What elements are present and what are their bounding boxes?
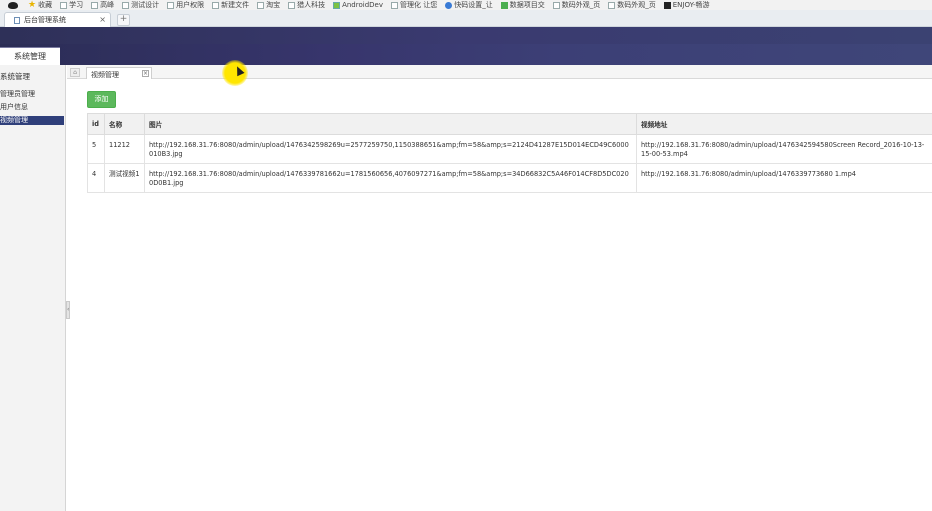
cell-id: 5 (87, 134, 105, 164)
column-header-picture[interactable]: 图片 (144, 113, 637, 135)
folder-icon (122, 1, 130, 9)
cell-picture: http://192.168.31.76:8080/admin/upload/1… (144, 163, 637, 193)
bookmark-label: 数据项目交 (509, 1, 545, 9)
sidebar-collapse-handle[interactable]: ‹ (66, 301, 70, 319)
bookmark-item[interactable]: 快码设置_让 (445, 0, 493, 10)
bookmark-item[interactable]: 数据项目交 (500, 0, 545, 10)
bookmark-label: 快码设置_让 (454, 1, 493, 9)
bookmark-label: 数码外观_页 (617, 1, 656, 9)
cell-video: http://192.168.31.76:8080/admin/upload/1… (636, 134, 932, 164)
new-tab-button[interactable]: + (117, 14, 130, 26)
header-stripe (0, 27, 932, 44)
cell-name: 测试视频1 (104, 163, 145, 193)
folder-icon (60, 1, 68, 9)
tab-video-management[interactable]: 视频管理 × (86, 67, 152, 79)
add-button[interactable]: 添加 (87, 91, 116, 108)
folder-icon (212, 1, 220, 9)
bookmark-label: 新建文件 (221, 1, 250, 9)
bookmark-item[interactable]: 数码外观_页 (608, 0, 656, 10)
column-header-name[interactable]: 名称 (104, 113, 145, 135)
bookmarks-bar: ★ 收藏 学习 高峰 测试设计 用户权限 新建文件 淘宝 猎人科技 Android… (0, 0, 932, 10)
page-icon (552, 1, 560, 9)
folder-icon (167, 1, 175, 9)
android-icon (333, 1, 341, 9)
folder-icon (257, 1, 265, 9)
top-menu-system-management[interactable]: 系统管理 (0, 47, 60, 66)
bookmark-label: 学习 (69, 1, 84, 9)
bookmark-label: 猎人科技 (297, 1, 326, 9)
browser-logo (8, 1, 20, 9)
bookmark-item[interactable]: 学习 (60, 0, 83, 10)
grid-icon (500, 1, 508, 9)
sidebar: 系统管理 管理员管理 用户信息 视频管理 (0, 65, 66, 511)
cell-video: http://192.168.31.76:8080/admin/upload/1… (636, 163, 932, 193)
bookmark-item[interactable]: 高峰 (91, 0, 114, 10)
bookmark-item[interactable]: 新建文件 (212, 0, 249, 10)
bookmark-label: 管理化 让您 (399, 1, 438, 9)
table-row[interactable]: 5 11212 http://192.168.31.76:8080/admin/… (87, 134, 932, 164)
tab-label: 视频管理 (91, 71, 119, 79)
app-header (0, 27, 932, 65)
bookmark-item[interactable]: AndroidDev (333, 1, 383, 9)
close-icon[interactable]: × (142, 70, 149, 77)
bookmark-item[interactable]: 猎人科技 (288, 0, 325, 10)
browser-tab-title: 后台管理系统 (24, 16, 66, 24)
column-header-id[interactable]: id (87, 113, 105, 135)
bookmark-item[interactable]: ENJOY-畅游 (663, 0, 710, 10)
folder-icon (91, 1, 99, 9)
page-icon (608, 1, 616, 9)
browser-tab-strip: 后台管理系统 × + (0, 10, 932, 27)
video-table: id 名称 图片 视频地址 5 11212 http://192.168.31.… (87, 113, 932, 193)
bookmark-item[interactable]: 用户权限 (167, 0, 204, 10)
bookmark-label: 收藏 (38, 1, 53, 9)
browser-tab[interactable]: 后台管理系统 × (4, 12, 111, 27)
close-icon[interactable]: × (99, 15, 106, 24)
table-header-row: id 名称 图片 视频地址 (87, 113, 932, 135)
bookmark-label: 高峰 (100, 1, 115, 9)
bookmark-item[interactable]: 淘宝 (257, 0, 280, 10)
globe-icon (445, 1, 453, 9)
bookmark-label: ENJOY-畅游 (672, 1, 710, 9)
cell-name: 11212 (104, 134, 145, 164)
star-icon: ★ (28, 0, 37, 10)
browser-logo-icon (8, 1, 18, 9)
table-row[interactable]: 4 测试视频1 http://192.168.31.76:8080/admin/… (87, 163, 932, 193)
sidebar-item-users[interactable]: 用户信息 (0, 103, 64, 112)
folder-icon (288, 1, 296, 9)
bookmark-label: 用户权限 (176, 1, 205, 9)
e-icon (663, 1, 671, 9)
bookmark-label: 淘宝 (266, 1, 281, 9)
cell-picture: http://192.168.31.76:8080/admin/upload/1… (144, 134, 637, 164)
home-tab[interactable]: ⌂ (70, 68, 80, 77)
bookmark-label: AndroidDev (342, 1, 383, 9)
bookmark-item[interactable]: 测试设计 (122, 0, 159, 10)
bookmark-label: 数码外观_页 (561, 1, 601, 9)
sidebar-item-video[interactable]: 视频管理 (0, 116, 64, 125)
sidebar-item-admin[interactable]: 管理员管理 (0, 90, 64, 99)
cell-id: 4 (87, 163, 105, 193)
bookmark-item[interactable]: 管理化 让您 (390, 0, 438, 10)
column-header-video[interactable]: 视频地址 (636, 113, 932, 135)
bookmark-item[interactable]: 数码外观_页 (552, 0, 601, 10)
bookmark-item[interactable]: ★ 收藏 (28, 0, 52, 10)
content-tab-bar: ⌂ 视频管理 × (67, 65, 932, 79)
page-icon (390, 1, 398, 9)
page-icon (14, 16, 20, 24)
sidebar-group-title[interactable]: 系统管理 (0, 71, 30, 82)
bookmark-label: 测试设计 (131, 1, 160, 9)
